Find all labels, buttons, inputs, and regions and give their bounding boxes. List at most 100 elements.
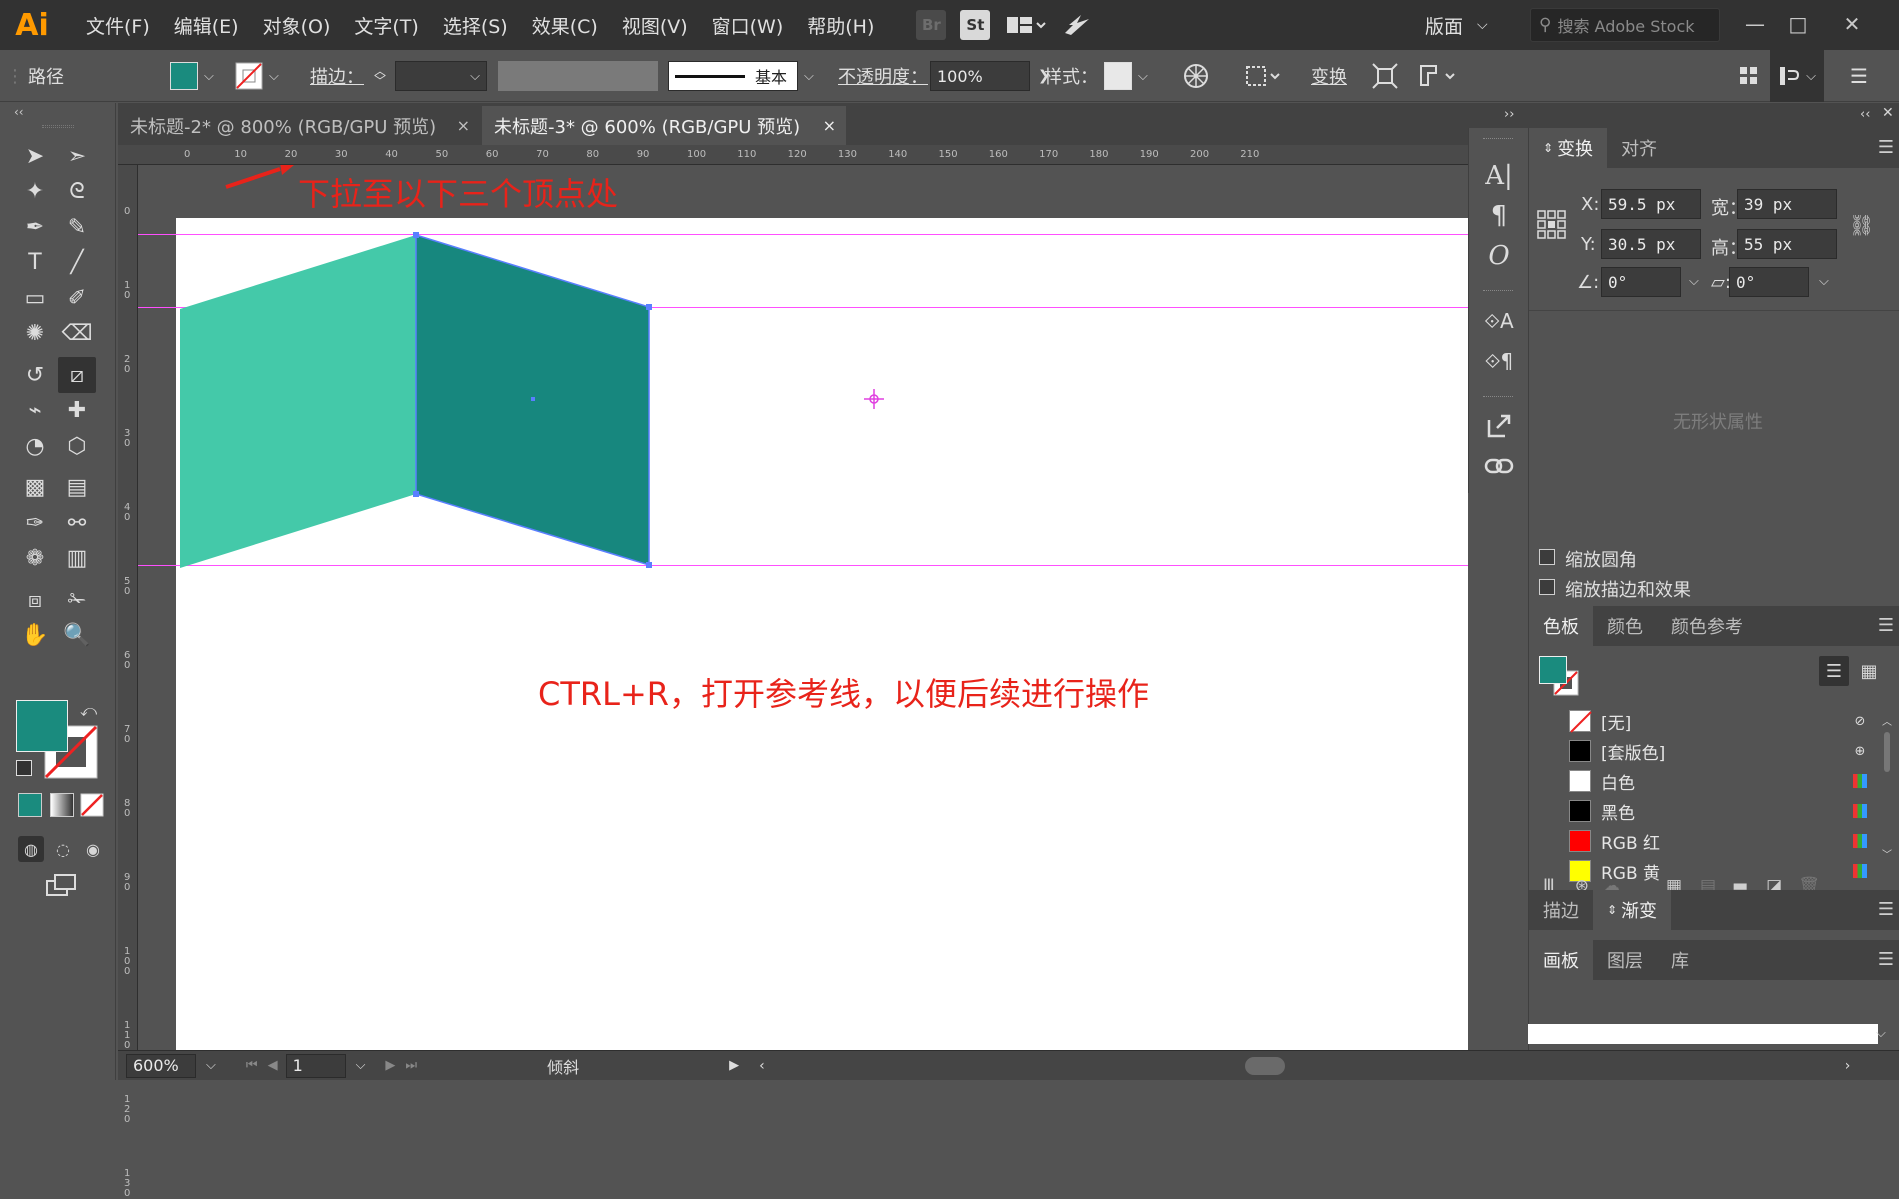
chevron-down-icon[interactable]: ⌵ [356,1058,366,1073]
transform-label[interactable]: 变换 [1311,50,1347,102]
menu-edit[interactable]: 编辑(E) [162,12,251,39]
first-artboard-icon[interactable]: ⏮ [246,1058,258,1073]
anchor-point[interactable] [413,491,419,497]
swatches-fill-indicator[interactable] [1539,656,1567,684]
horizontal-ruler[interactable]: 0 10 20 30 40 50 60 70 80 90 100 110 120 130 140 150 160… [118,145,1468,165]
tab-gradient[interactable]: ⇕ 渐变 [1593,890,1672,930]
workspace-switcher[interactable]: 版面 ⌵ [1417,6,1527,44]
panel-options-button[interactable]: ⌵ [1770,50,1824,102]
stroke-swatch[interactable]: ⌵ [235,50,279,102]
scale-strokes-checkbox[interactable] [1539,579,1555,595]
paragraph-panel-icon[interactable]: ¶ [1481,198,1517,234]
artboard-number-field[interactable]: 1 [285,1053,346,1078]
swatch-scrollbar[interactable]: ︿ ﹀ [1882,713,1892,863]
blend-tool[interactable]: ⚯ [58,505,96,541]
width-field[interactable]: 39 px [1737,189,1837,219]
opacity-field[interactable]: 100% [930,61,1030,91]
zoom-field[interactable]: 600% [126,1053,196,1078]
line-tool[interactable]: ╱ [58,245,96,281]
tab-libraries[interactable]: 库 [1657,940,1703,980]
swatch-row[interactable]: [无] ⊘ [1529,706,1879,736]
shaper-tool[interactable]: ✺ [16,316,54,352]
panel-menu-icon[interactable]: ☰ [1878,899,1894,920]
chevron-down-icon[interactable]: ⌵ [206,1058,216,1073]
prev-artboard-icon[interactable]: ◀ [268,1058,278,1073]
menu-object[interactable]: 对象(O) [251,12,343,39]
lasso-tool[interactable]: ᘓ [58,174,96,210]
puppet-warp-icon[interactable] [1418,50,1458,102]
stroke-weight-field[interactable]: ⌵ [395,61,487,91]
width-tool[interactable]: ⌁ [16,393,54,429]
curvature-tool[interactable]: ✎ [58,209,96,245]
shear-tool[interactable]: ⧄ [58,357,96,393]
artboard-tool[interactable]: ⧈ [16,582,54,618]
anchor-point[interactable] [646,562,652,568]
tab-color-guide[interactable]: 颜色参考 [1657,606,1757,646]
color-mode-button[interactable] [18,793,42,817]
horizontal-scrollbar-thumb[interactable] [1244,1056,1285,1075]
tab-transform[interactable]: ⇕ 变换 [1529,128,1608,168]
stock-icon[interactable]: St [960,10,991,40]
opacity-label[interactable]: 不透明度： [838,50,928,102]
none-mode-button[interactable] [80,793,104,817]
strip-grip[interactable] [1483,396,1513,397]
scale-corners-checkbox[interactable] [1539,549,1555,565]
draw-inside-icon[interactable]: ◉ [80,836,106,862]
graphic-style-swatch[interactable]: ⌵ [1104,50,1148,102]
constrain-proportions-icon[interactable]: ⛓ [1849,213,1874,237]
toolbar-grip[interactable] [42,125,74,128]
character-panel-icon[interactable]: A| [1481,158,1517,194]
fill-color-swatch[interactable] [16,700,68,752]
shear-field[interactable]: 0° [1729,267,1809,297]
symbol-sprayer-tool[interactable]: ❁ [16,541,54,577]
last-artboard-icon[interactable]: ⏭ [405,1058,417,1073]
character-styles-icon[interactable]: ⟐A [1481,303,1517,339]
tab-color[interactable]: 颜色 [1593,606,1657,646]
height-field[interactable]: 55 px [1737,229,1837,259]
menu-select[interactable]: 选择(S) [431,12,520,39]
scroll-right-icon[interactable]: › [1845,1058,1851,1074]
y-field[interactable]: 30.5 px [1601,229,1701,259]
stroke-weight-stepper[interactable]: ︿ ﹀ [372,50,388,102]
recolor-artwork-icon[interactable] [1183,50,1209,102]
variable-width-profile[interactable] [498,61,658,91]
vertical-ruler[interactable]: 0 10 20 30 40 50 60 70 80 90 100 110 120 130 [118,165,138,1199]
gradient-tool[interactable]: ▤ [58,470,96,506]
arrange-panels-icon[interactable] [1738,50,1760,102]
panel-menu-icon[interactable]: ☰ [1878,949,1894,970]
mesh-tool[interactable]: ▩ [16,470,54,506]
reference-point-icon[interactable] [864,389,884,409]
x-field[interactable]: 59.5 px [1601,189,1701,219]
rotate-field[interactable]: 0° [1601,267,1681,297]
tab-document-2[interactable]: 未标题-2* @ 800% (RGB/GPU 预览) × [118,106,480,145]
menu-type[interactable]: 文字(T) [342,12,430,39]
grid-view-icon[interactable]: ▦ [1854,656,1884,686]
rotate-tool[interactable]: ↺ [16,357,54,393]
chevron-down-icon[interactable]: ⌵ [1689,274,1699,289]
close-icon[interactable]: ✕ [1882,105,1894,121]
slice-tool[interactable]: ✁ [58,582,96,618]
paintbrush-tool[interactable]: ✐ [58,280,96,316]
pen-tool[interactable]: ✒ [16,209,54,245]
grip-handle-icon[interactable]: ⋮ [6,50,24,102]
rectangle-tool[interactable]: ▭ [16,280,54,316]
menu-effect[interactable]: 效果(C) [520,12,610,39]
swatch-row[interactable]: 白色 [1529,766,1879,796]
hand-tool[interactable]: ✋ [16,618,54,654]
isolate-icon[interactable] [1372,50,1398,102]
swatch-row[interactable]: [套版色] ⊕ [1529,736,1879,766]
scroll-left-icon[interactable]: ‹ [759,1058,765,1074]
strip-grip[interactable] [1483,290,1513,291]
arrange-documents-icon[interactable] [1004,10,1048,40]
menu-view[interactable]: 视图(V) [610,12,700,39]
selection-tool[interactable]: ➤ [16,138,54,174]
swap-fill-stroke-icon[interactable]: ⤺ [80,701,97,721]
status-menu-arrow-icon[interactable]: ▶ [729,1058,739,1073]
hamburger-menu-icon[interactable]: ☰ [1850,50,1868,102]
type-tool[interactable]: T [16,245,54,281]
gpu-performance-icon[interactable] [1062,10,1092,40]
close-window-button[interactable]: ✕ [1832,6,1872,42]
anchor-point[interactable] [413,232,419,238]
stroke-label[interactable]: 描边： [310,50,364,102]
panel-menu-icon[interactable]: ☰ [1878,615,1894,636]
